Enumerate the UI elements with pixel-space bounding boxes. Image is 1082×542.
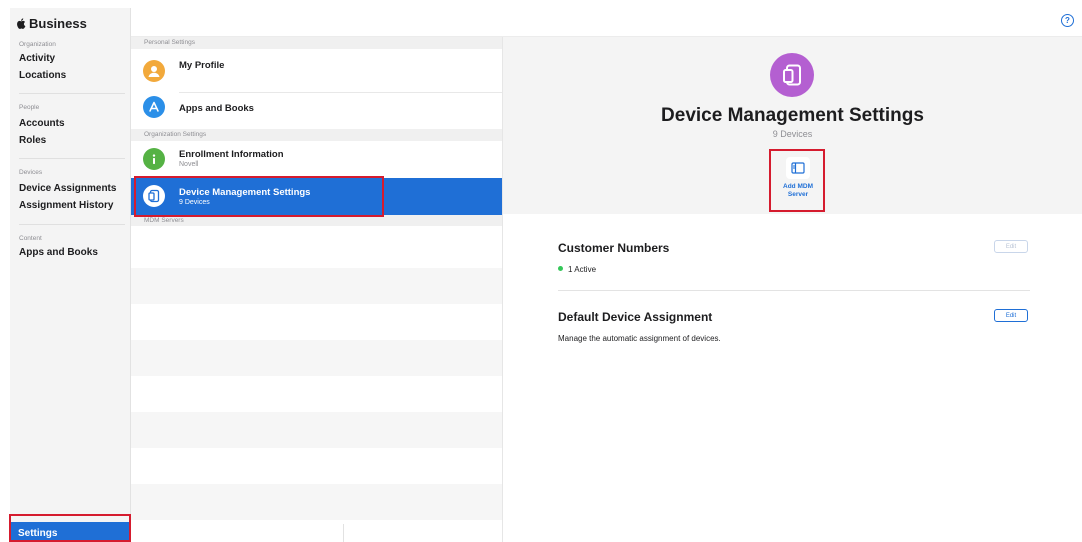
section-label-devices: Devices (19, 169, 43, 176)
group-header-personal-settings: Personal Settings (131, 37, 502, 49)
list-item-device-management-settings[interactable]: Device Management Settings 9 Devices (131, 178, 502, 215)
sidebar-item-accounts[interactable]: Accounts (19, 118, 65, 129)
list-item-subtitle: Novell (179, 161, 199, 168)
section-divider (558, 290, 1030, 291)
section-label-organization: Organization (19, 41, 56, 48)
add-mdm-label: Add MDM Server (783, 183, 813, 199)
sidebar-item-activity[interactable]: Activity (19, 53, 55, 64)
sidebar-item-settings[interactable]: Settings (10, 522, 130, 542)
sidebar-item-roles[interactable]: Roles (19, 135, 46, 146)
empty-row (131, 268, 502, 304)
settings-list: Personal Settings My Profile Apps and Bo… (131, 37, 503, 542)
list-item-title: My Profile (179, 60, 225, 71)
device-icon (143, 185, 165, 207)
info-icon (143, 148, 165, 170)
device-icon (770, 53, 814, 97)
group-header-organization-settings: Organization Settings (131, 129, 502, 141)
list-item-apps-and-books[interactable]: Apps and Books (131, 93, 502, 129)
empty-row (131, 340, 502, 376)
device-count: 9 Devices (772, 129, 813, 139)
sidebar-item-assignment-history[interactable]: Assignment History (19, 200, 113, 211)
sidebar-divider (19, 224, 125, 225)
list-item-title: Device Management Settings (179, 187, 311, 198)
empty-row (131, 484, 502, 520)
column-divider (343, 524, 344, 542)
customer-numbers-status: 1 Active (558, 265, 596, 274)
group-header-mdm-servers: MDM Servers (131, 215, 502, 226)
default-assignment-description: Manage the automatic assignment of devic… (558, 334, 721, 343)
sidebar-item-device-assignments[interactable]: Device Assignments (19, 183, 116, 194)
status-dot (558, 266, 563, 271)
help-icon[interactable]: ? (1061, 14, 1074, 27)
empty-row (131, 412, 502, 448)
status-text: 1 Active (568, 265, 597, 274)
section-label-content: Content (19, 235, 42, 242)
profile-icon (143, 60, 165, 82)
page-title: Device Management Settings (661, 105, 924, 126)
sidebar-divider (19, 93, 125, 94)
default-device-assignment-title: Default Device Assignment (558, 310, 713, 324)
add-mdm-server-button[interactable]: Add MDM Server (773, 153, 823, 209)
section-label-people: People (19, 104, 40, 111)
list-item-enrollment-information[interactable]: Enrollment Information Novell (131, 141, 502, 177)
list-item-subtitle: 9 Devices (179, 199, 210, 206)
sidebar-divider (19, 158, 125, 159)
brand-label: Business (29, 16, 87, 31)
mdm-server-icon (786, 157, 810, 179)
customer-numbers-title: Customer Numbers (558, 241, 670, 255)
sidebar-item-locations[interactable]: Locations (19, 70, 66, 81)
customer-numbers-edit-button[interactable]: Edit (994, 240, 1028, 253)
add-mdm-label-line-1: Add MDM (783, 183, 813, 190)
apple-logo-icon (17, 18, 26, 29)
sidebar-item-apps-and-books[interactable]: Apps and Books (19, 247, 98, 258)
default-assignment-edit-button[interactable]: Edit (994, 309, 1028, 322)
app-store-icon (143, 96, 165, 118)
sidebar: Business Organization Activity Locations… (10, 8, 131, 542)
list-item-title: Enrollment Information (179, 149, 284, 160)
list-item-my-profile[interactable]: My Profile (131, 49, 502, 93)
add-mdm-label-line-2: Server (787, 191, 809, 198)
list-item-title: Apps and Books (179, 103, 254, 114)
detail-header: Device Management Settings 9 Devices Add… (503, 37, 1082, 214)
top-bar: ? (131, 8, 1082, 37)
brand: Business (16, 16, 87, 31)
